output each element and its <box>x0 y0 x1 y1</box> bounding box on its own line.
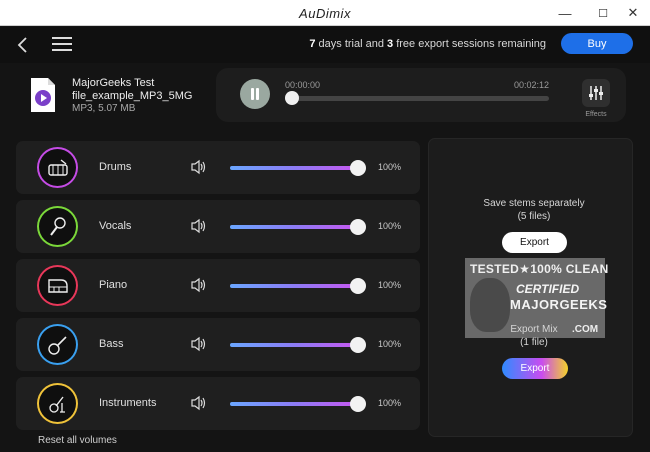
microphone-icon <box>37 206 78 247</box>
total-time: 00:02:12 <box>514 80 550 90</box>
volume-percent: 100% <box>378 280 402 290</box>
stem-name: Instruments <box>99 397 157 409</box>
volume-slider[interactable] <box>230 402 358 406</box>
stems-export-title: Save stems separately <box>483 198 585 209</box>
piano-icon <box>37 265 78 306</box>
volume-slider[interactable] <box>230 166 358 170</box>
volume-icon[interactable] <box>190 336 208 352</box>
top-toolbar: 7 days trial and 3 free export sessions … <box>0 27 650 63</box>
file-name-line1: MajorGeeks Test <box>72 77 155 89</box>
trial-text-2: free export sessions remaining <box>393 38 546 50</box>
current-time: 00:00:00 <box>285 80 321 90</box>
effects-button[interactable] <box>582 79 610 107</box>
volume-percent: 100% <box>378 162 402 172</box>
volume-percent: 100% <box>378 339 402 349</box>
stem-row-vocals: Vocals 100% <box>16 200 420 253</box>
equalizer-icon <box>589 86 603 100</box>
export-stems-button[interactable]: Export <box>502 232 567 253</box>
stem-name: Bass <box>99 338 124 350</box>
seek-handle[interactable] <box>285 91 299 105</box>
file-name-line2: file_example_MP3_5MG <box>72 90 193 102</box>
close-button[interactable]: ✕ <box>616 0 650 26</box>
stem-name: Piano <box>99 279 128 291</box>
stem-row-drums: Drums 100% <box>16 141 420 194</box>
pause-button[interactable] <box>240 79 270 109</box>
back-icon[interactable] <box>14 35 32 55</box>
effects-label: Effects <box>585 111 607 118</box>
volume-icon[interactable] <box>190 395 208 411</box>
stem-name: Drums <box>99 161 132 173</box>
trial-status-text: 7 days trial and 3 free export sessions … <box>309 38 546 50</box>
mix-export-title: Export Mix <box>510 324 558 335</box>
watermark-top-text: TESTED★100% CLEAN <box>470 262 609 276</box>
guitar-icon <box>37 324 78 365</box>
buy-button[interactable]: Buy <box>561 33 633 54</box>
instruments-icon <box>37 383 78 424</box>
volume-percent: 100% <box>378 398 402 408</box>
volume-icon[interactable] <box>190 277 208 293</box>
trial-text-1: days trial and <box>315 38 388 50</box>
minimize-button[interactable]: — <box>548 0 582 26</box>
reset-all-volumes-link[interactable]: Reset all volumes <box>38 435 117 446</box>
volume-slider[interactable] <box>230 284 358 288</box>
hamburger-menu-icon[interactable] <box>52 37 72 53</box>
seek-bar[interactable] <box>289 96 549 101</box>
watermark-bottom-text: MAJORGEEKS <box>510 297 608 312</box>
volume-handle[interactable] <box>350 160 366 176</box>
volume-icon[interactable] <box>190 159 208 175</box>
volume-handle[interactable] <box>350 337 366 353</box>
mix-export-count: (1 file) <box>520 337 548 348</box>
stems-export-count: (5 files) <box>517 211 551 222</box>
stem-row-instruments: Instruments 100% <box>16 377 420 430</box>
stem-name: Vocals <box>99 220 132 232</box>
player-panel <box>216 68 626 122</box>
stem-row-piano: Piano 100% <box>16 259 420 312</box>
volume-icon[interactable] <box>190 218 208 234</box>
volume-handle[interactable] <box>350 396 366 412</box>
export-mix-button[interactable]: Export <box>502 358 568 379</box>
volume-handle[interactable] <box>350 219 366 235</box>
volume-percent: 100% <box>378 221 402 231</box>
file-meta: MP3, 5.07 MB <box>72 103 136 114</box>
volume-slider[interactable] <box>230 225 358 229</box>
maximize-button[interactable]: ☐ <box>586 0 620 26</box>
mp3-file-icon <box>29 77 57 113</box>
volume-slider[interactable] <box>230 343 358 347</box>
watermark-mid-text: CERTIFIED <box>516 282 580 296</box>
title-bar: AuDimix — ☐ ✕ <box>0 0 650 26</box>
stem-row-bass: Bass 100% <box>16 318 420 371</box>
volume-handle[interactable] <box>350 278 366 294</box>
drum-icon <box>37 147 78 188</box>
